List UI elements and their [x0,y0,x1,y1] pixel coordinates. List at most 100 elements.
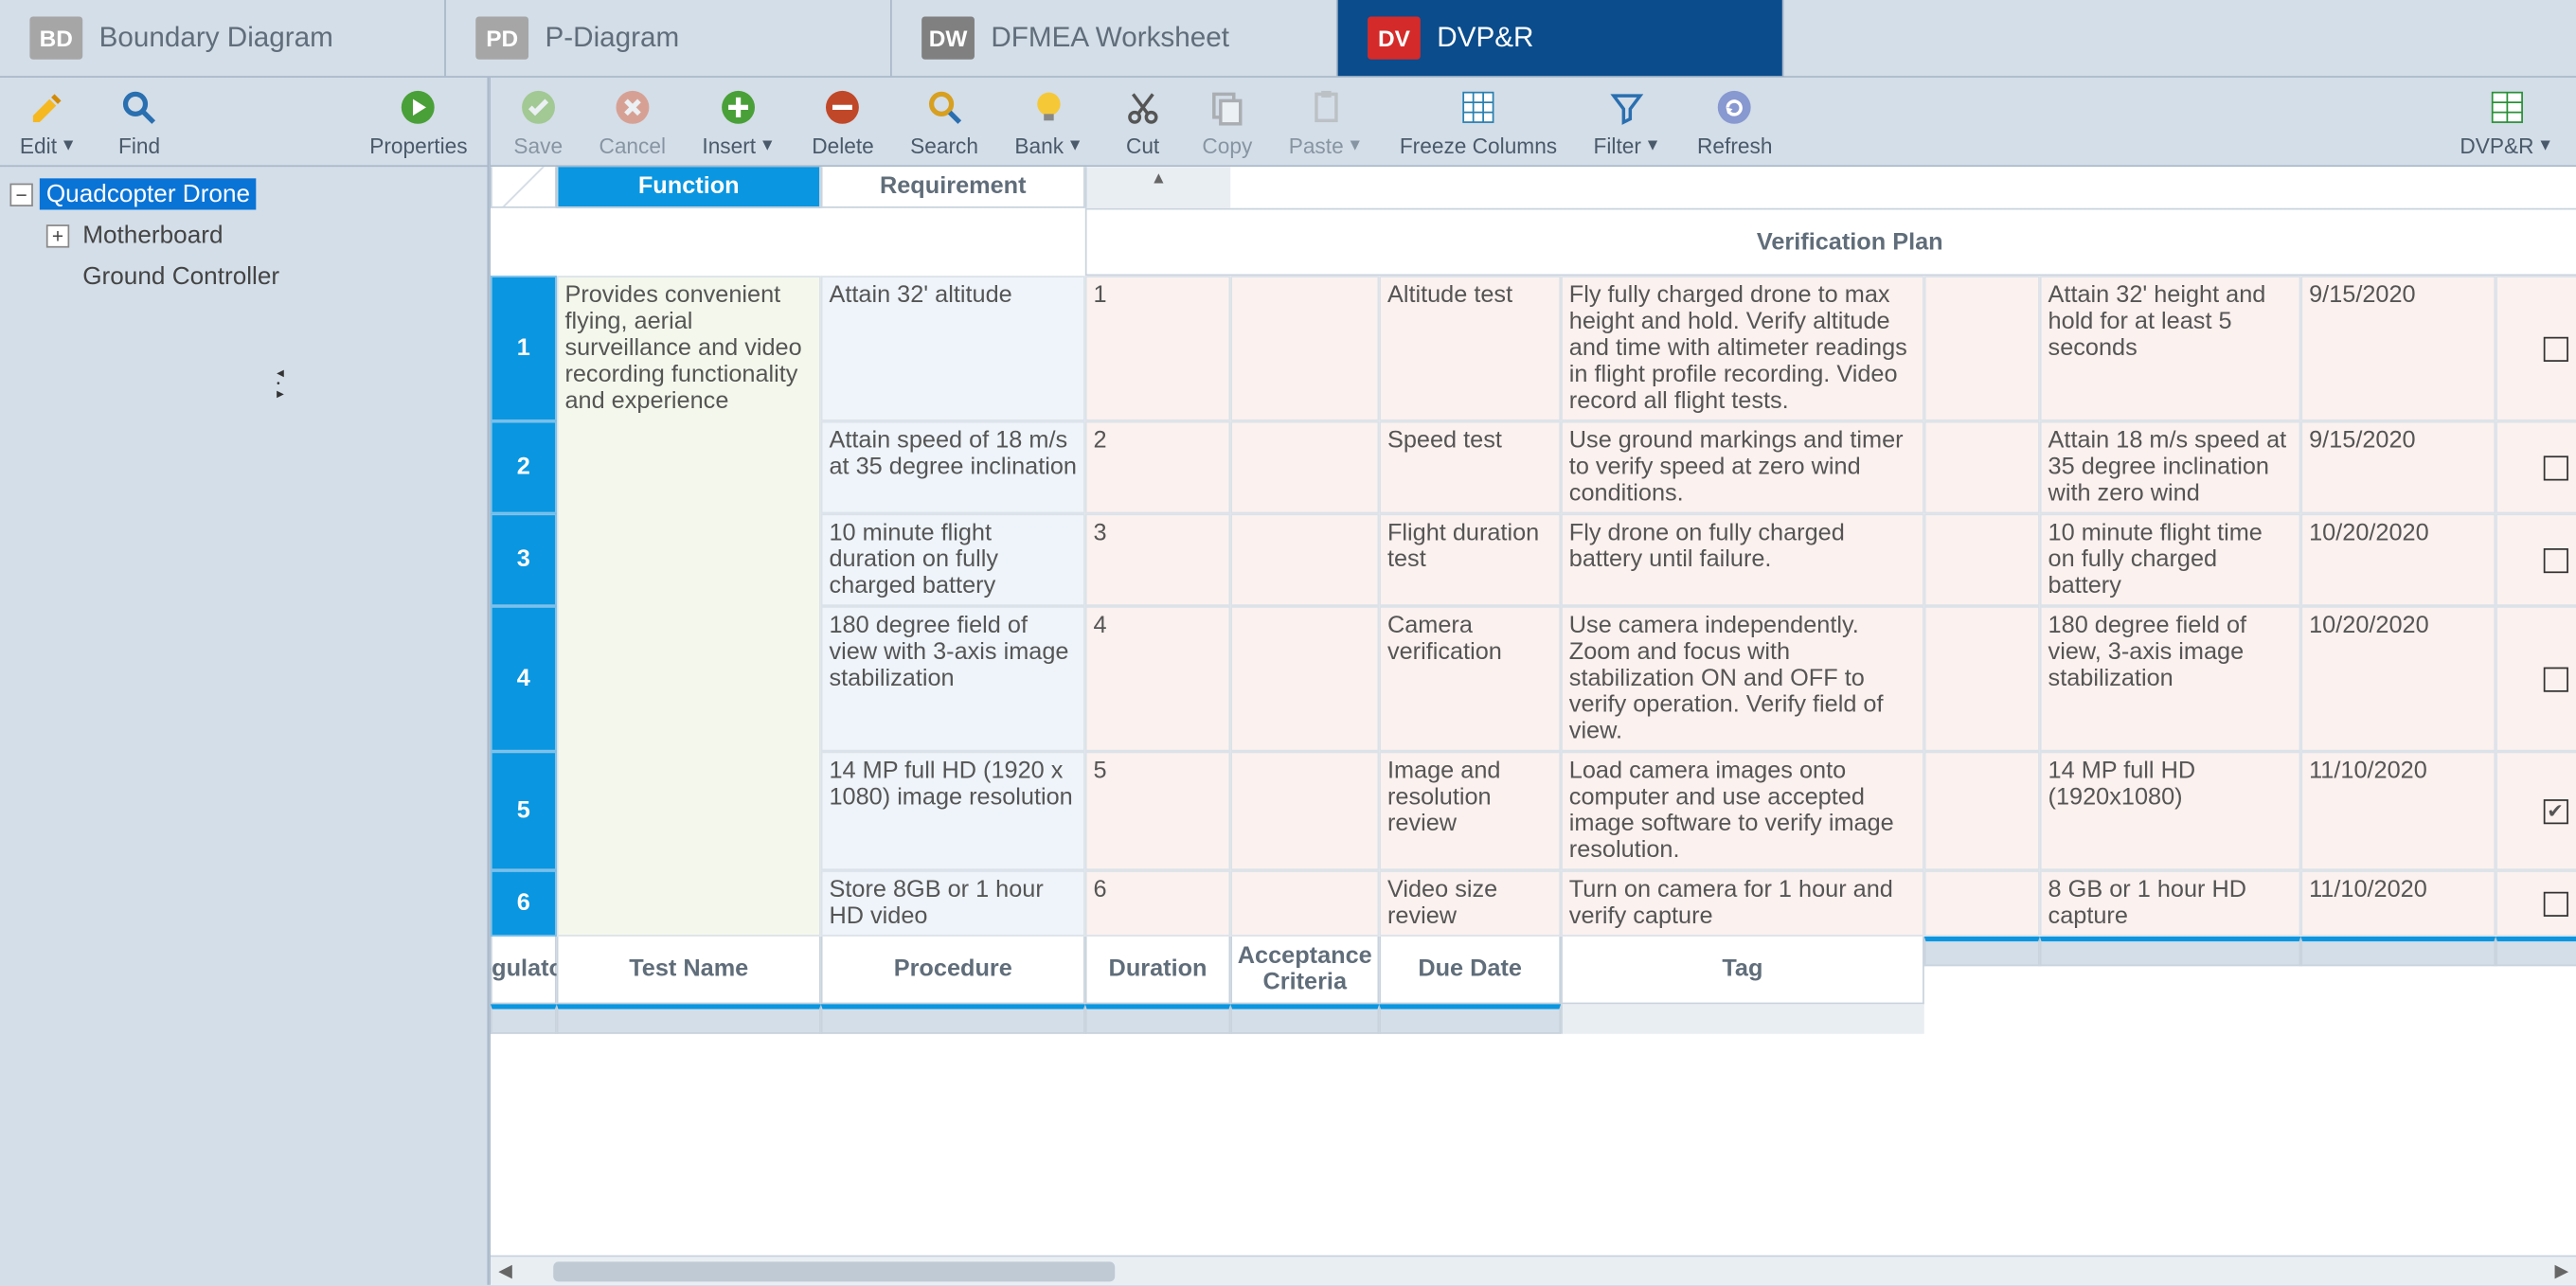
cell-due-date[interactable]: 10/20/2020 [2300,606,2496,751]
cell-procedure[interactable]: Fly fully charged drone to max height an… [1561,276,1924,420]
cell-procedure[interactable]: Load camera images onto computer and use… [1561,752,1924,871]
cancel-button[interactable]: Cancel [599,84,666,158]
checkbox-icon[interactable] [2543,547,2567,572]
filter-cell[interactable] [2300,937,2496,966]
cell-acceptance[interactable]: 10 minute flight time on fully charged b… [2040,513,2301,606]
cell-duration[interactable] [1924,752,2040,871]
cell-due-date[interactable]: 11/10/2020 [2300,870,2496,937]
col-test-name[interactable]: Test Name [557,937,821,1005]
col-regulatory[interactable]: Regulatory [491,937,557,1005]
col-requirement[interactable]: Requirement [821,167,1085,208]
cell-test-name[interactable]: Flight duration test [1379,513,1561,606]
filter-cell[interactable] [557,1004,821,1033]
cell-duration[interactable] [1924,513,2040,606]
tree-item-ground-controller[interactable]: Ground Controller [43,256,480,297]
edit-button[interactable]: Edit▼ [20,84,77,158]
col-group-verification-plan[interactable]: Verification Plan [1085,208,2576,277]
cell-duration[interactable] [1924,421,2040,514]
delete-button[interactable]: Delete [812,84,874,158]
cell-due-date[interactable]: 11/10/2020 [2300,752,2496,871]
col-acceptance[interactable]: Acceptance Criteria [1230,937,1379,1005]
properties-button[interactable]: Properties [369,84,467,158]
cell-test-name[interactable]: Image and resolution review [1379,752,1561,871]
cell-requirement[interactable]: Attain 32' altitude [821,276,1085,420]
tab-dfmea-worksheet[interactable]: DW DFMEA Worksheet [892,0,1338,76]
cell-duration[interactable] [1924,276,2040,420]
cell-test-number[interactable]: 3 [1085,513,1230,606]
cell-test-number[interactable]: 6 [1085,870,1230,937]
row-header[interactable]: 2 [491,421,557,514]
cell-regulatory[interactable] [1230,606,1379,751]
filter-cell[interactable] [1085,1004,1230,1033]
tree-item-motherboard[interactable]: + Motherboard [43,215,480,257]
tree-root-label[interactable]: Quadcopter Drone [40,178,257,209]
row-header[interactable]: 4 [491,606,557,751]
cell-due-date[interactable]: 10/20/2020 [2300,513,2496,606]
checkbox-icon[interactable] [2543,455,2567,479]
cell-tag[interactable] [2496,276,2576,420]
filter-cell[interactable] [1230,1004,1379,1033]
splitter-handle[interactable]: ◀•▶ [275,360,286,407]
cell-acceptance[interactable]: 180 degree field of view, 3-axis image s… [2040,606,2301,751]
cell-regulatory[interactable] [1230,513,1379,606]
tab-p-diagram[interactable]: PD P-Diagram [446,0,892,76]
cell-tag[interactable] [2496,421,2576,514]
find-button[interactable]: Find [116,84,163,158]
cell-test-name[interactable]: Camera verification [1379,606,1561,751]
copy-button[interactable]: Copy [1202,84,1252,158]
col-duration[interactable]: Duration [1085,937,1230,1005]
horizontal-scrollbar[interactable]: ◀ ▶ [491,1255,2576,1284]
row-header[interactable]: 1 [491,276,557,420]
cell-tag[interactable] [2496,513,2576,606]
grid-corner[interactable] [491,167,557,208]
checkbox-icon[interactable] [2543,667,2567,691]
cell-tag[interactable] [2496,606,2576,751]
cell-regulatory[interactable] [1230,421,1379,514]
cell-test-number[interactable]: 5 [1085,752,1230,871]
search-button[interactable]: Search [910,84,978,158]
tab-dvpr[interactable]: DV DVP&R [1338,0,1784,76]
col-function[interactable]: Function [557,167,821,208]
filter-button[interactable]: Filter ▼ [1594,84,1661,158]
cell-regulatory[interactable] [1230,752,1379,871]
cell-test-number[interactable]: 2 [1085,421,1230,514]
filter-cell[interactable] [1379,1004,1561,1033]
cell-requirement[interactable]: 180 degree field of view with 3-axis ima… [821,606,1085,751]
vscroll-track[interactable] [1561,1004,1924,1033]
tab-boundary-diagram[interactable]: BD Boundary Diagram [0,0,446,76]
cell-test-name[interactable]: Speed test [1379,421,1561,514]
checkbox-icon[interactable] [2543,891,2567,916]
bank-button[interactable]: Bank ▼ [1014,84,1082,158]
row-header[interactable]: 3 [491,513,557,606]
cell-duration[interactable] [1924,606,2040,751]
cell-requirement[interactable]: 10 minute flight duration on fully charg… [821,513,1085,606]
cut-button[interactable]: Cut [1119,84,1166,158]
col-tag[interactable]: Tag [1561,937,1924,1005]
paste-button[interactable]: Paste ▼ [1289,84,1364,158]
cell-test-name[interactable]: Video size review [1379,870,1561,937]
cell-test-number[interactable]: 4 [1085,606,1230,751]
cell-requirement[interactable]: Attain speed of 18 m/s at 35 degree incl… [821,421,1085,514]
cell-due-date[interactable]: 9/15/2020 [2300,276,2496,420]
freeze-columns-button[interactable]: Freeze Columns [1400,84,1557,158]
scroll-up-icon[interactable]: ▲ [1085,167,1230,208]
cell-requirement[interactable]: Store 8GB or 1 hour HD video [821,870,1085,937]
cell-procedure[interactable]: Turn on camera for 1 hour and verify cap… [1561,870,1924,937]
collapse-icon[interactable]: − [9,183,32,205]
refresh-button[interactable]: Refresh [1697,84,1772,158]
scroll-right-icon[interactable]: ▶ [2547,1256,2576,1285]
col-due-date[interactable]: Due Date [1379,937,1561,1005]
cell-requirement[interactable]: 14 MP full HD (1920 x 1080) image resolu… [821,752,1085,871]
cell-procedure[interactable]: Use ground markings and timer to verify … [1561,421,1924,514]
cell-due-date[interactable]: 9/15/2020 [2300,421,2496,514]
cell-duration[interactable] [1924,870,2040,937]
cell-acceptance[interactable]: Attain 18 m/s speed at 35 degree inclina… [2040,421,2301,514]
cell-acceptance[interactable]: Attain 32' height and hold for at least … [2040,276,2301,420]
filter-cell[interactable] [491,1004,557,1033]
checkbox-icon[interactable] [2543,336,2567,361]
cell-tag[interactable]: ✔ [2496,752,2576,871]
filter-cell[interactable] [2040,937,2301,966]
save-button[interactable]: Save [513,84,563,158]
cell-tag[interactable] [2496,870,2576,937]
row-header[interactable]: 5 [491,752,557,871]
